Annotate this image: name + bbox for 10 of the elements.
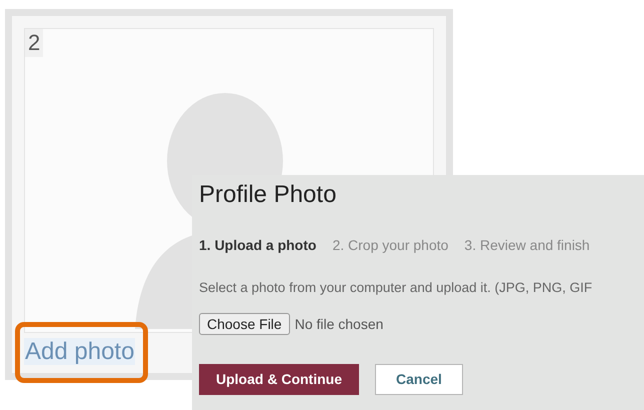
step-label: 1. Upload a photo (199, 236, 316, 255)
step-label: 3. Review and finish (464, 236, 590, 255)
photo-number: 2 (25, 29, 44, 57)
cancel-button[interactable]: Cancel (375, 364, 463, 396)
instructions-text: Select a photo from your computer and upload it. (JPG, PNG, GIF (199, 279, 594, 297)
file-status: No file chosen (294, 314, 384, 334)
upload-continue-button[interactable]: Upload & Continue (199, 364, 359, 396)
dialog-title: Profile Photo (199, 180, 338, 210)
choose-file-button[interactable]: Choose File (199, 313, 290, 336)
step-label: 2. Crop your photo (332, 236, 448, 255)
